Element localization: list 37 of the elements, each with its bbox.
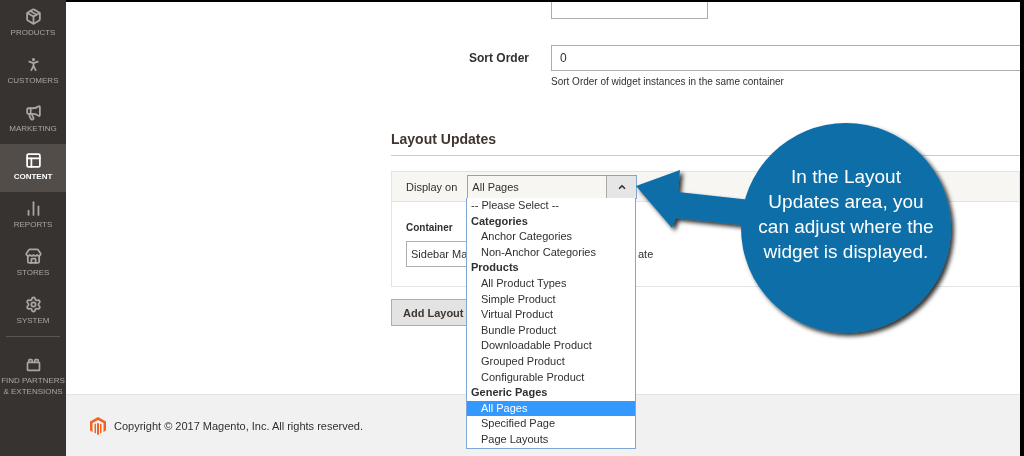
field-hint: Sort Order of widget instances in the same container (551, 76, 785, 87)
sidebar-item[interactable]: PRODUCTS (0, 0, 66, 48)
dropdown-option[interactable]: Grouped Product (467, 353, 635, 370)
option-group-label: Generic Pages (470, 385, 549, 401)
gear-icon (24, 296, 42, 313)
sidebar-item[interactable]: REPORTS (0, 192, 66, 240)
dropdown-option[interactable]: -- Please Select -- (467, 198, 635, 214)
logo-icon (90, 416, 106, 435)
dropdown-option[interactable]: Page Layouts (467, 431, 635, 448)
field-label: Sort Order (468, 51, 529, 65)
option-group-label: Categories (470, 213, 529, 229)
sidebar-item[interactable]: CONTENT (0, 144, 66, 192)
sort-order-field[interactable]: 0 (551, 45, 1020, 71)
megaphone-icon (24, 104, 42, 121)
field-label: Container (406, 222, 453, 233)
sidebar-item[interactable]: FIND PARTNERS & EXTENSIONS (0, 349, 66, 397)
sidebar-item[interactable]: SYSTEM (0, 288, 66, 336)
field-label: Display on (406, 180, 458, 193)
field-label: ate (638, 248, 654, 260)
box-icon (24, 8, 42, 25)
option-group-label: Products (470, 260, 520, 276)
section-title: Layout Updates (391, 131, 497, 147)
sidebar-item[interactable]: STORES (0, 240, 66, 288)
dropdown-option[interactable]: Anchor Categories (467, 229, 635, 245)
dropdown-option[interactable]: Non-Anchor Categories (467, 244, 635, 261)
dropdown-option[interactable]: All Product Types (467, 275, 635, 292)
callout-text: In the Layout Updates area, you can adjust where the widget is displayed. (757, 165, 935, 264)
copyright-text: Copyright © 2017 Magento, Inc. All rights reserved. (114, 419, 363, 432)
dropdown-option[interactable]: Downloadable Product (467, 338, 635, 354)
sidebar-item[interactable]: CUSTOMERS (0, 48, 66, 96)
dropdown-option[interactable]: Specified Page (467, 416, 635, 432)
brick-icon (24, 357, 42, 373)
layout-icon (24, 152, 42, 169)
dropdown-option[interactable]: Configurable Product (467, 369, 635, 386)
store-icon (24, 248, 42, 265)
text-area[interactable] (551, 2, 708, 19)
sidebar-item[interactable]: MARKETING (0, 96, 66, 144)
